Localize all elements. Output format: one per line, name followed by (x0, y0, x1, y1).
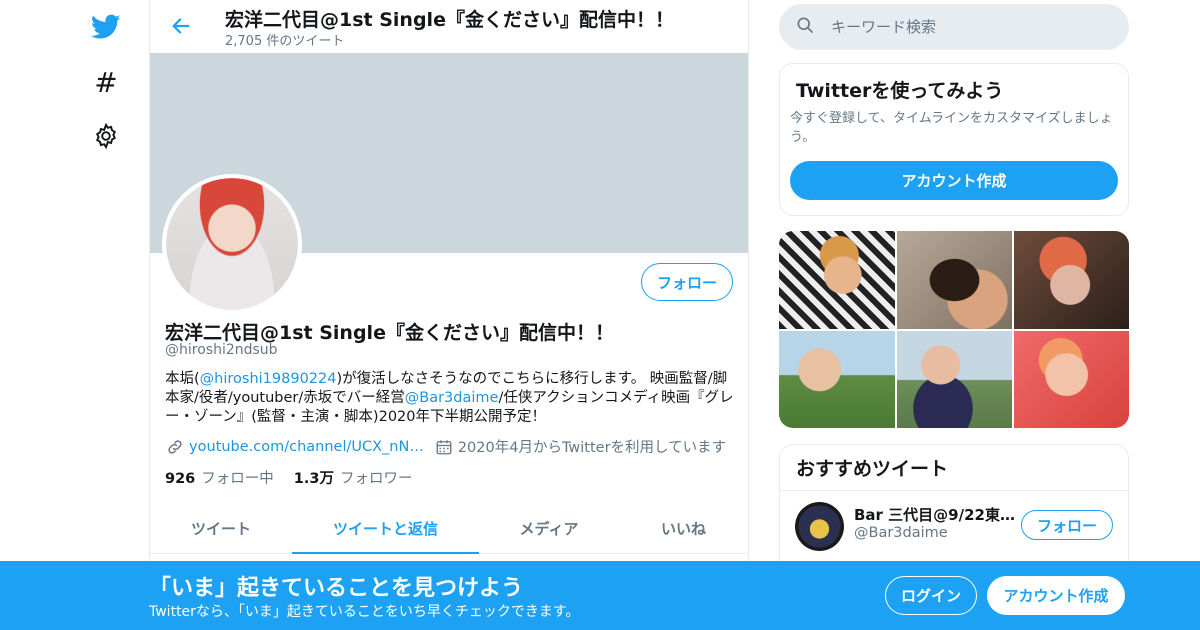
followers-label: フォロワー (339, 471, 413, 487)
profile-name: 宏洋二代目@1st Single『金ください』配信中！！ (165, 322, 614, 344)
media-thumbnail[interactable] (1014, 231, 1129, 329)
search-input[interactable] (831, 18, 1091, 36)
recommended-title: おすすめツイート (780, 445, 1128, 491)
tab-tweets-and-replies[interactable]: ツイートと返信 (292, 503, 479, 554)
media-thumbnail[interactable] (897, 331, 1012, 428)
gear-icon[interactable] (86, 116, 126, 156)
twitter-bird-icon[interactable] (86, 7, 126, 47)
hashtag-icon[interactable]: # (86, 62, 126, 102)
profile-handle: @hiroshi2ndsub (165, 342, 278, 358)
joined-date: 2020年4月からTwitterを利用しています (457, 440, 727, 456)
avatar-image (166, 178, 298, 310)
following-count: 926 (165, 471, 196, 487)
recommended-name[interactable]: Bar 三代目@9/22東… (854, 504, 1014, 525)
calendar-icon (434, 437, 454, 457)
tab-media[interactable]: メディア (479, 503, 619, 553)
signup-card-description: 今すぐ登録して、タイムラインをカスタマイズしましょう。 (790, 111, 1113, 145)
signup-prompt-bar: 「いま」起きていることを見つけよう Twitterなら、「いま」起きていることを… (0, 561, 1200, 630)
recommended-handle: @Bar3daime (854, 525, 948, 541)
profile-header: 宏洋二代目@1st Single『金ください』配信中！！ 2,705 件のツイー… (150, 0, 748, 53)
media-thumbnail[interactable] (1014, 331, 1129, 428)
media-thumbnail[interactable] (779, 331, 895, 428)
recommended-avatar[interactable] (795, 502, 844, 551)
profile-page: # 宏洋二代目@1st Single『金ください』配信中！！ 2,705 件のツ… (0, 0, 1200, 630)
profile-meta: youtube.com/channel/UCX_nN… 2020年4月からTwi… (165, 436, 726, 457)
profile-bio: 本垢(@hiroshi19890224)が復活しなさそうなのでこちらに移行します… (165, 370, 740, 427)
following-stat[interactable]: 926 フォロー中 (165, 467, 274, 488)
left-nav: # (0, 0, 150, 630)
followers-count: 1.3万 (293, 471, 334, 487)
signup-card-title: Twitterを使ってみよう (796, 80, 1004, 102)
followers-stat[interactable]: 1.3万 フォロワー (294, 467, 413, 488)
login-button[interactable]: ログイン (885, 576, 977, 615)
media-thumbnail[interactable] (779, 231, 895, 329)
page-title: 宏洋二代目@1st Single『金ください』配信中！！ (225, 9, 674, 31)
back-arrow-icon[interactable] (168, 13, 194, 39)
profile-website-link[interactable]: youtube.com/channel/UCX_nN… (189, 439, 424, 455)
profile-column: 宏洋二代目@1st Single『金ください』配信中！！ 2,705 件のツイー… (149, 0, 749, 630)
media-grid (779, 231, 1129, 428)
signup-card: Twitterを使ってみよう 今すぐ登録して、タイムラインをカスタマイズしましょ… (779, 63, 1129, 216)
link-icon (165, 437, 185, 457)
search-icon (795, 15, 815, 39)
bio-text: 本垢( (165, 371, 200, 387)
tab-likes[interactable]: いいね (619, 503, 748, 553)
prompt-title: 「いま」起きていることを見つけよう (149, 576, 524, 601)
follow-button[interactable]: フォロー (641, 263, 733, 301)
recommended-follow-button[interactable]: フォロー (1021, 510, 1113, 540)
prompt-subtitle: Twitterなら、「いま」起きていることをいち早くチェックできます。 (149, 604, 580, 620)
create-account-button[interactable]: アカウント作成 (790, 161, 1118, 200)
profile-avatar[interactable] (162, 174, 302, 314)
tweet-count: 2,705 件のツイート (225, 34, 345, 49)
tab-tweets[interactable]: ツイート (150, 503, 292, 553)
bio-mention-link[interactable]: @hiroshi19890224 (200, 371, 337, 387)
signup-button[interactable]: アカウント作成 (987, 576, 1125, 615)
following-label: フォロー中 (201, 471, 274, 487)
media-thumbnail[interactable] (897, 231, 1012, 329)
search-box (779, 4, 1129, 50)
profile-stats: 926 フォロー中 1.3万 フォロワー (165, 467, 432, 488)
bio-mention-link[interactable]: @Bar3daime (405, 390, 499, 406)
profile-tabs: ツイート ツイートと返信 メディア いいね (150, 503, 748, 554)
